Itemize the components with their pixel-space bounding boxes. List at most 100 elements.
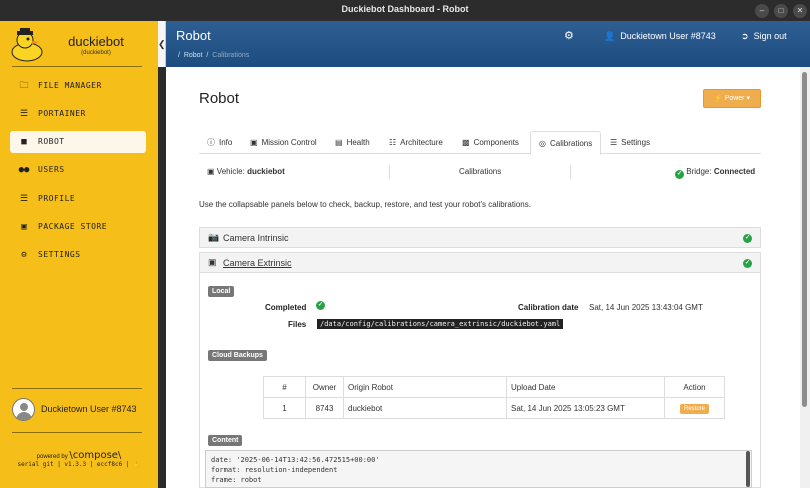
sidebar-user-name[interactable]: Duckietown User #8743	[41, 404, 137, 414]
brand-subtitle: (duckiebot)	[81, 50, 111, 56]
page-title: Robot	[176, 28, 211, 43]
puzzle-icon: ▩	[462, 138, 470, 147]
sidebar-item-label: USERS	[38, 165, 65, 174]
restore-button[interactable]: Restore	[679, 403, 709, 414]
panel-title: Camera Intrinsic	[223, 233, 289, 243]
panel-camera-extrinsic[interactable]: ▣ Camera Extrinsic ✓	[199, 252, 761, 273]
sidebar-item-label: ROBOT	[38, 137, 65, 146]
close-icon[interactable]: ✕	[793, 4, 807, 18]
divider	[12, 66, 142, 67]
power-button-label: Power	[724, 95, 745, 102]
shopping-bag-icon: ▣	[21, 222, 27, 232]
backup-owner: 8743	[305, 397, 344, 419]
local-badge: Local	[208, 286, 235, 297]
bridge-label: Bridge:	[686, 167, 712, 176]
tab-health[interactable]: ▤ Health	[335, 131, 370, 154]
brand-name: duckiebot	[68, 34, 124, 49]
file-path[interactable]: /data/config/calibrations/camera_extrins…	[317, 319, 564, 329]
gear-icon[interactable]: ⚙	[564, 29, 574, 42]
panel-camera-intrinsic[interactable]: 📷 Camera Intrinsic ✓	[199, 227, 761, 248]
tab-label: Info	[219, 138, 233, 147]
divider	[12, 432, 142, 433]
vehicle-label: Vehicle:	[216, 167, 245, 176]
sliders-icon: ☰	[610, 138, 618, 147]
powered-by-text: powered by	[36, 454, 68, 460]
sidebar-item-label: PACKAGE STORE	[38, 222, 108, 231]
breadcrumb-robot[interactable]: Robot	[184, 52, 203, 59]
section-label: Calibrations	[459, 167, 502, 176]
backup-action: Restore	[664, 397, 725, 419]
tab-calibrations[interactable]: ◎ Calibrations	[530, 131, 602, 155]
column-header: #	[263, 376, 306, 398]
robot-tabs: ⓘ Info ▣ Mission Control ▤ Health ☷ Architec…	[199, 131, 761, 155]
power-button[interactable]: ⚡ Power ▾	[703, 89, 761, 108]
sidebar: duckiebot (duckiebot) 🗀 FILE MANAGER ☰ P…	[0, 21, 158, 488]
tab-mission-control[interactable]: ▣ Mission Control	[250, 131, 317, 154]
content-line: format: resolution-independent	[211, 466, 338, 474]
sitemap-icon: ☷	[389, 138, 397, 147]
sidebar-item-settings[interactable]: ⚙ SETTINGS	[10, 244, 146, 266]
robot-info-bar: ▣ Vehicle: duckiebot Calibrations ✓ Brid…	[199, 162, 761, 182]
divider	[389, 165, 390, 179]
window-title: Duckiebot Dashboard - Robot	[341, 4, 469, 14]
check-icon: ✓	[743, 234, 752, 243]
avatar[interactable]	[12, 398, 35, 421]
tab-label: Mission Control	[261, 138, 317, 147]
tab-architecture[interactable]: ☷ Architecture	[389, 131, 443, 154]
compose-logo[interactable]: \compose\	[69, 450, 121, 461]
completed-label: Completed	[265, 303, 307, 312]
content-line: frame: robot	[211, 476, 262, 484]
column-header: Origin Robot	[343, 376, 507, 398]
sidebar-item-profile[interactable]: ☰ PROFILE	[10, 188, 146, 210]
sidebar-item-users[interactable]: ●● USERS	[10, 159, 146, 181]
user-icon: 👤	[604, 31, 616, 41]
backup-date: Sat, 14 Jun 2025 13:05:23 GMT	[506, 397, 665, 419]
bridge-status: ✓ Bridge: Connected	[675, 167, 755, 179]
sidebar-collapse-button[interactable]: ❮	[158, 21, 166, 67]
list-icon: ☰	[19, 194, 29, 204]
sign-out-icon: ➲	[741, 31, 749, 41]
sliders-icon: ☰	[19, 109, 29, 119]
top-header: Robot / Robot / Calibrations ⚙ 👤 Duckiet…	[166, 21, 810, 67]
tab-label: Health	[346, 138, 370, 147]
sidebar-item-portainer[interactable]: ☰ PORTAINER	[10, 103, 146, 125]
header-user-name: Duckietown User #8743	[620, 31, 716, 41]
minimize-icon[interactable]: –	[755, 4, 769, 18]
tab-info[interactable]: ⓘ Info	[207, 131, 232, 154]
check-icon: ✓	[316, 301, 325, 310]
signout-button[interactable]: ➲ Sign out	[741, 31, 787, 42]
maximize-icon[interactable]: □	[774, 4, 788, 18]
calibration-date-label: Calibration date	[518, 303, 579, 312]
sidebar-item-file-manager[interactable]: 🗀 FILE MANAGER	[10, 75, 146, 97]
bolt-icon: ⚡	[714, 95, 723, 102]
calibration-date-value: Sat, 14 Jun 2025 13:43:04 GMT	[589, 303, 703, 312]
calibration-content[interactable]: date: '2025-06-14T13:42:56.472515+00:00'…	[205, 450, 752, 488]
scrollbar-thumb[interactable]	[802, 72, 807, 407]
breadcrumb-separator: /	[178, 52, 180, 59]
caret-down-icon: ▾	[746, 95, 750, 102]
tab-label: Architecture	[400, 138, 443, 147]
column-header: Upload Date	[506, 376, 665, 398]
medkit-icon: ▤	[335, 138, 343, 147]
vehicle-value: duckiebot	[247, 167, 285, 176]
column-header: Action	[664, 376, 725, 398]
tab-components[interactable]: ▩ Components	[462, 131, 519, 154]
content-scrollbar[interactable]	[746, 451, 750, 487]
page-scrollbar[interactable]	[800, 67, 810, 488]
panel-title: Camera Extrinsic	[223, 258, 292, 268]
table-header-row: # Owner Origin Robot Upload Date Action	[263, 376, 725, 398]
info-icon: ⓘ	[207, 138, 215, 147]
column-header: Owner	[305, 376, 344, 398]
header-user[interactable]: 👤 Duckietown User #8743	[604, 31, 716, 42]
sidebar-item-package-store[interactable]: ▣ PACKAGE STORE	[10, 216, 146, 238]
powered-by: powered by \compose\	[0, 450, 158, 461]
table-row: 1 8743 duckiebot Sat, 14 Jun 2025 13:05:…	[263, 397, 725, 419]
cloud-backups-badge: Cloud Backups	[208, 350, 267, 361]
sidebar-item-robot[interactable]: ■ ROBOT	[10, 131, 146, 153]
tab-label: Settings	[621, 138, 651, 147]
gear-icon: ⚙	[21, 250, 27, 260]
duck-logo-icon	[11, 28, 43, 62]
breadcrumb: / Robot / Calibrations	[178, 52, 249, 59]
signout-label: Sign out	[753, 31, 787, 41]
tab-settings[interactable]: ☰ Settings	[610, 131, 650, 154]
